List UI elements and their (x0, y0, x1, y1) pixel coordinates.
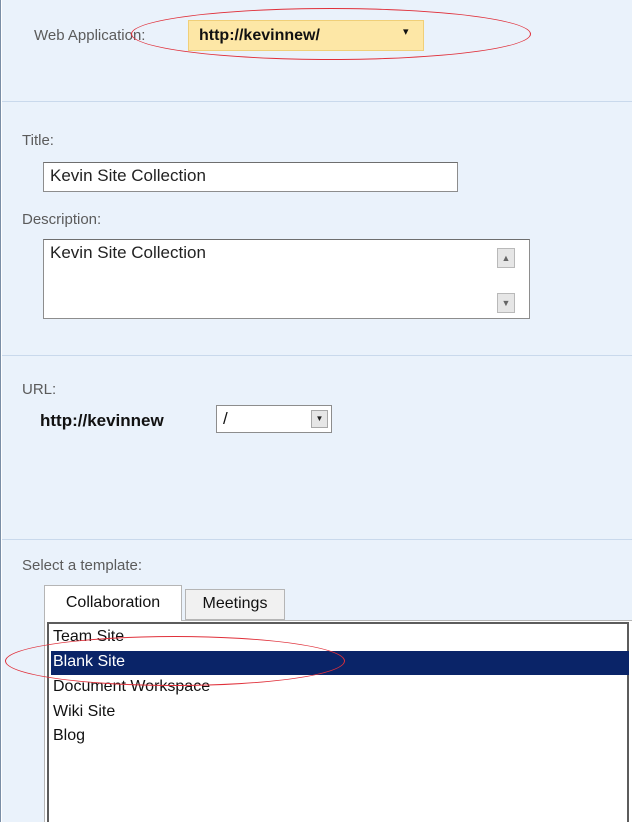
url-label: URL: (22, 381, 57, 398)
title-label: Title: (22, 132, 54, 149)
url-prefix: http://kevinnew (40, 411, 164, 430)
description-value: Kevin Site Collection (50, 243, 206, 262)
list-item-wiki-site[interactable]: Wiki Site (51, 701, 629, 725)
create-site-collection-form: Web Application: http://kevinnew/ ▾ Titl… (0, 0, 632, 822)
description-label: Description: (22, 211, 102, 228)
url-path-select[interactable]: / ▼ (216, 405, 332, 433)
chevron-down-icon[interactable]: ▼ (311, 410, 328, 428)
web-application-section (2, 0, 632, 102)
web-application-selector[interactable]: http://kevinnew/ (188, 20, 424, 51)
scroll-down-icon[interactable]: ▼ (497, 293, 515, 313)
tab-meetings[interactable]: Meetings (185, 589, 285, 620)
web-application-label: Web Application: (34, 27, 146, 44)
title-input[interactable]: Kevin Site Collection (43, 162, 458, 192)
web-application-value: http://kevinnew/ (199, 27, 320, 44)
url-section (2, 356, 632, 540)
tab-collaboration[interactable]: Collaboration (44, 585, 182, 621)
description-textarea[interactable]: Kevin Site Collection (43, 239, 530, 319)
template-listbox[interactable]: Team Site Blank Site Document Workspace … (47, 622, 629, 822)
scroll-up-icon[interactable]: ▲ (497, 248, 515, 268)
list-item-document-workspace[interactable]: Document Workspace (51, 676, 629, 700)
dropdown-arrow-icon[interactable]: ▾ (403, 25, 409, 38)
list-item-team-site[interactable]: Team Site (51, 626, 629, 650)
list-item-blog[interactable]: Blog (51, 725, 629, 749)
list-item-blank-site[interactable]: Blank Site (51, 651, 629, 675)
select-template-label: Select a template: (22, 557, 143, 574)
url-path-value: / (223, 409, 228, 428)
